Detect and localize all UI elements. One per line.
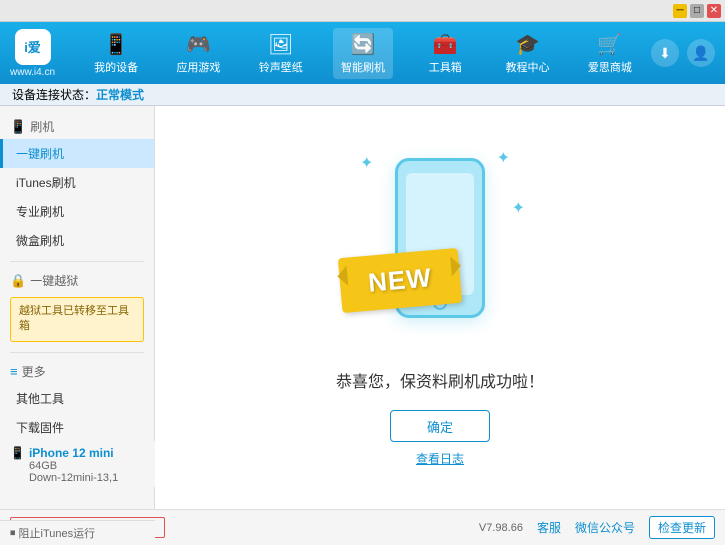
maximize-button[interactable]: □ (690, 4, 704, 18)
device-icon: 📱 (10, 446, 25, 460)
one-click-flash-label: 一键刷机 (16, 147, 64, 161)
minimize-button[interactable]: ─ (673, 4, 687, 18)
nav-my-device[interactable]: 📱 我的设备 (86, 28, 146, 79)
navbar: i爱 www.i4.cn 📱 我的设备 🎮 应用游戏 🖼 铃声壁纸 🔄 智能刷机… (0, 22, 725, 84)
pro-flash-label: 专业刷机 (16, 205, 64, 219)
device-info-panel: 📱 iPhone 12 mini 64GB Down-12mini-13,1 (10, 441, 155, 487)
device-storage: 64GB (29, 460, 118, 472)
store-icon: 🛒 (597, 32, 622, 57)
sidebar-item-itunes-flash[interactable]: iTunes刷机 (0, 168, 154, 197)
sidebar-item-other-tools[interactable]: 其他工具 (0, 384, 154, 413)
flash-section-icon: 📱 (10, 119, 26, 135)
jailbreak-section-label: 一键越狱 (30, 272, 78, 289)
illustration: ✦ ✦ ✦ NEW (350, 148, 530, 348)
new-ribbon: NEW (338, 248, 462, 313)
download-firmware-label: 下载固件 (16, 421, 64, 435)
user-button[interactable]: 👤 (687, 39, 715, 67)
check-update-button[interactable]: 检查更新 (649, 516, 715, 539)
title-bar: ─ □ ✕ (0, 0, 725, 22)
tutorial-icon: 🎓 (515, 32, 540, 57)
device-firmware: Down-12mini-13,1 (29, 472, 118, 484)
toolbox-icon: 🧰 (433, 32, 458, 57)
my-device-label: 我的设备 (94, 59, 138, 75)
version-text: V7.98.66 (479, 522, 523, 534)
flash-section-label: 刷机 (30, 118, 54, 135)
close-button[interactable]: ✕ (707, 4, 721, 18)
logo-icon: i爱 (15, 29, 51, 65)
jailbreak-notice: 越狱工具已转移至工具箱 (10, 297, 144, 342)
device-details: iPhone 12 mini 64GB Down-12mini-13,1 (29, 446, 118, 484)
other-tools-label: 其他工具 (16, 392, 64, 406)
nav-items: 📱 我的设备 🎮 应用游戏 🖼 铃声壁纸 🔄 智能刷机 🧰 工具箱 🎓 教程中心… (75, 28, 651, 79)
connection-label: 设备连接状态： (12, 86, 96, 103)
more-section-icon: ≡ (10, 364, 18, 379)
apps-label: 应用游戏 (176, 59, 220, 75)
status-right: V7.98.66 客服 微信公众号 检查更新 (165, 516, 715, 539)
itunes-flash-label: iTunes刷机 (16, 176, 76, 190)
smart-flash-label: 智能刷机 (341, 59, 385, 75)
sparkle-icon-1: ✦ (360, 153, 373, 173)
nav-wallpaper[interactable]: 🖼 铃声壁纸 (251, 28, 311, 79)
device-info: 📱 iPhone 12 mini 64GB Down-12mini-13,1 (10, 443, 155, 487)
sparkle-icon-3: ✦ (512, 198, 525, 218)
lock-icon: 🔒 (10, 273, 26, 289)
sidebar-item-download-firmware[interactable]: 下载固件 (0, 413, 154, 442)
sidebar-section-flash: 📱 刷机 (0, 114, 154, 139)
nav-apps[interactable]: 🎮 应用游戏 (168, 28, 228, 79)
my-device-icon: 📱 (104, 32, 129, 57)
customer-service-link[interactable]: 客服 (537, 519, 561, 536)
micro-flash-label: 微盒刷机 (16, 234, 64, 248)
smart-flash-icon: 🔄 (351, 32, 376, 57)
nav-tutorial[interactable]: 🎓 教程中心 (498, 28, 558, 79)
nav-smart-flash[interactable]: 🔄 智能刷机 (333, 28, 393, 79)
connection-status-bar: 设备连接状态： 正常模式 (0, 84, 725, 106)
download-button[interactable]: ⬇ (651, 39, 679, 67)
ribbon-text: NEW (367, 262, 433, 298)
wallpaper-icon: 🖼 (268, 32, 293, 57)
sidebar-divider-1 (10, 261, 144, 262)
sidebar-item-pro-flash[interactable]: 专业刷机 (0, 197, 154, 226)
tutorial-label: 教程中心 (506, 59, 550, 75)
toolbox-label: 工具箱 (429, 59, 462, 75)
store-label: 爱思商城 (588, 59, 632, 75)
view-log-link[interactable]: 查看日志 (416, 450, 464, 467)
sidebar-section-more: ≡ 更多 (0, 359, 154, 384)
nav-store[interactable]: 🛒 爱思商城 (580, 28, 640, 79)
apps-icon: 🎮 (186, 32, 211, 57)
confirm-button[interactable]: 确定 (390, 410, 490, 442)
sidebar-item-micro-flash[interactable]: 微盒刷机 (0, 226, 154, 255)
stop-icon: ⏹ (10, 527, 16, 540)
connection-value: 正常模式 (96, 86, 144, 103)
device-name: iPhone 12 mini (29, 446, 118, 460)
logo-subtitle: www.i4.cn (10, 67, 55, 78)
wallpaper-label: 铃声壁纸 (259, 59, 303, 75)
nav-right: ⬇ 👤 (651, 39, 715, 67)
success-message: 恭喜您，保资料刷机成功啦！ (336, 368, 544, 392)
jailbreak-notice-text: 越狱工具已转移至工具箱 (19, 305, 129, 332)
sidebar-divider-2 (10, 352, 144, 353)
stop-itunes-label: 阻止iTunes运行 (19, 525, 96, 541)
content-area: ✦ ✦ ✦ NEW 恭喜您，保资料刷机成功啦！ 确定 查看日志 (155, 106, 725, 509)
sparkle-icon-2: ✦ (497, 148, 510, 168)
stop-itunes-button[interactable]: ⏹ 阻止iTunes运行 (0, 520, 155, 545)
nav-toolbox[interactable]: 🧰 工具箱 (415, 28, 475, 79)
wechat-link[interactable]: 微信公众号 (575, 519, 635, 536)
sidebar-item-one-click-flash[interactable]: 一键刷机 (0, 139, 154, 168)
more-section-label: 更多 (22, 363, 46, 380)
sidebar-section-jailbreak: 🔒 一键越狱 (0, 268, 154, 293)
app-logo: i爱 www.i4.cn (10, 29, 55, 78)
